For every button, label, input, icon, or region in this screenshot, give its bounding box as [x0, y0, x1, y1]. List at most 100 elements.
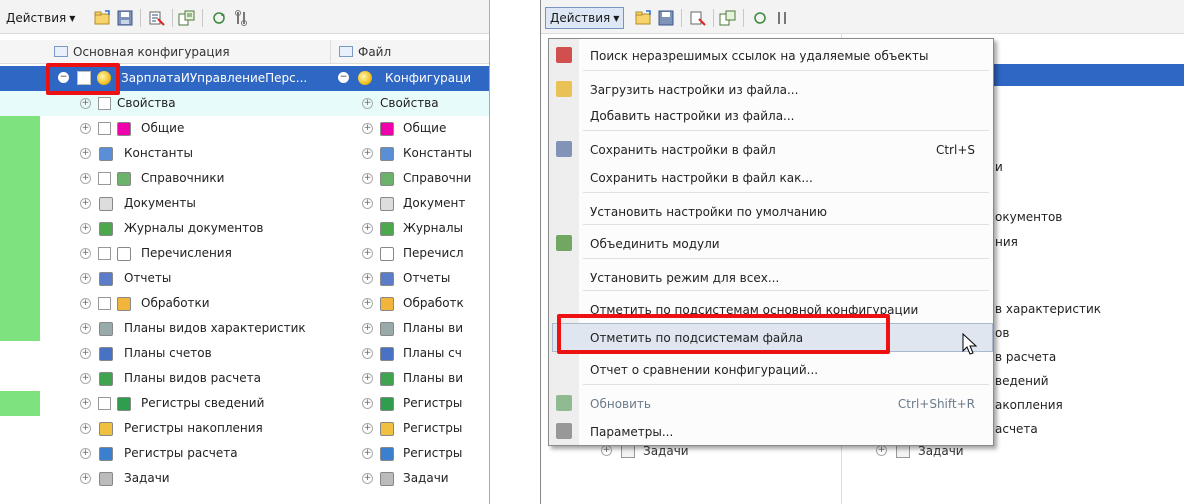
item-checkbox[interactable] — [98, 397, 111, 410]
expand-icon[interactable]: + — [80, 298, 91, 309]
tree-row[interactable]: + Константы + Константы — [0, 141, 489, 166]
collapse-file-icon[interactable]: − — [338, 72, 349, 83]
parameters-icon — [556, 423, 572, 439]
bg-text-fragment: в расчета — [995, 350, 1057, 364]
expand-file-icon[interactable]: + — [362, 423, 373, 434]
actions-menu-button-open[interactable]: Действия ▼ — [545, 7, 625, 29]
expand-icon[interactable]: + — [80, 98, 91, 109]
tree-row[interactable]: + Документы + Документ — [0, 191, 489, 216]
expand-file-icon[interactable]: + — [362, 198, 373, 209]
tree-row[interactable]: + Журналы документов + Журналы — [0, 216, 489, 241]
expand-icon[interactable]: + — [80, 373, 91, 384]
expand-file-icon[interactable]: + — [362, 473, 373, 484]
expand-file-icon[interactable]: + — [362, 273, 373, 284]
save-icon[interactable] — [116, 10, 134, 26]
char-types-icon-file — [380, 322, 394, 336]
expand-icon[interactable]: + — [80, 223, 91, 234]
open-file-icon[interactable] — [94, 10, 112, 26]
actions-menu-button[interactable]: Действия ▼ — [6, 9, 75, 27]
menu-item[interactable]: Обновить Ctrl+Shift+R — [579, 389, 993, 418]
menu-item[interactable]: Отчет о сравнении конфигураций... — [579, 355, 993, 384]
expand-icon[interactable]: + — [80, 398, 91, 409]
tree-row[interactable]: + Обработки + Обработк — [0, 291, 489, 316]
item-checkbox[interactable] — [98, 297, 111, 310]
item-checkbox[interactable] — [98, 97, 111, 110]
menu-item[interactable]: Параметры... — [579, 417, 993, 446]
item-checkbox[interactable] — [98, 122, 111, 135]
mouse-cursor-icon — [962, 333, 978, 355]
accum-registers-icon — [99, 422, 113, 436]
menu-item-label: Объединить модули — [590, 236, 720, 251]
tasks-icon — [99, 472, 113, 486]
tree-row[interactable]: + Регистры накопления + Регистры — [0, 416, 489, 441]
save-icon-2[interactable] — [657, 10, 675, 26]
expand-file-icon[interactable]: + — [362, 98, 373, 109]
tree-row[interactable]: + Отчеты + Отчеты — [0, 266, 489, 291]
find-unresolved-refs-icon[interactable] — [148, 10, 166, 26]
tree-row[interactable]: + Регистры сведений + Регистры — [0, 391, 489, 416]
refresh-icon[interactable] — [210, 10, 228, 26]
item-checkbox[interactable] — [98, 247, 111, 260]
tree-item-label: Обработки — [141, 296, 210, 310]
expand-file-icon[interactable]: + — [362, 123, 373, 134]
main-config-column-header[interactable]: Основная конфигурация — [0, 40, 330, 64]
menu-item[interactable]: Поиск неразрешимых ссылок на удаляемые о… — [579, 41, 993, 70]
refresh-icon-2[interactable] — [751, 10, 769, 26]
tree-row[interactable]: + Регистры расчета + Регистры — [0, 441, 489, 466]
expand-icon[interactable]: + — [80, 173, 91, 184]
menu-item[interactable]: Сохранить настройки в файл как... — [579, 163, 993, 192]
calc-registers-icon-file — [380, 447, 394, 461]
menu-item[interactable]: Добавить настройки из файла... — [579, 101, 993, 130]
expand-icon[interactable]: + — [80, 448, 91, 459]
expand-icon[interactable]: + — [80, 198, 91, 209]
expand-icon[interactable]: + — [80, 248, 91, 259]
tree-row[interactable]: + Задачи + Задачи — [0, 466, 489, 491]
expand-icon[interactable]: + — [80, 123, 91, 134]
tree-row[interactable]: + Общие + Общие — [0, 116, 489, 141]
menu-item[interactable]: Установить режим для всех... — [579, 263, 993, 292]
tree-item-label: Справочники — [141, 171, 225, 185]
file-item-label: Планы ви — [403, 321, 464, 335]
main-config-header-label: Основная конфигурация — [73, 44, 230, 59]
expand-file-icon[interactable]: + — [362, 348, 373, 359]
settings-icon[interactable] — [232, 10, 250, 26]
menu-item[interactable]: Сохранить настройки в файл Ctrl+S — [579, 135, 993, 164]
open-file-icon-2[interactable] — [635, 10, 653, 26]
tree-row[interactable]: + Перечисления + Перечисл — [0, 241, 489, 266]
expand-icon[interactable]: + — [80, 423, 91, 434]
expand-icon[interactable]: + — [80, 273, 91, 284]
expand-icon[interactable]: + — [80, 473, 91, 484]
expand-file-icon[interactable]: + — [362, 373, 373, 384]
menu-item[interactable]: Объединить модули — [579, 229, 993, 258]
find-unresolved-refs-icon-2[interactable] — [689, 10, 707, 26]
tree-row[interactable]: + Планы видов характеристик + Планы ви — [0, 316, 489, 341]
common-icon-file — [380, 122, 394, 136]
config-header-icon — [54, 46, 68, 57]
actions-dropdown-menu: Поиск неразрешимых ссылок на удаляемые о… — [548, 38, 994, 446]
merge-modules-icon[interactable] — [178, 10, 196, 26]
tree-item-label: Планы видов характеристик — [124, 321, 306, 335]
item-checkbox[interactable] — [98, 172, 111, 185]
calc-types-icon — [99, 372, 113, 386]
tree-row[interactable]: + Планы видов расчета + Планы ви — [0, 366, 489, 391]
expand-file-icon[interactable]: + — [362, 448, 373, 459]
expand-file-icon[interactable]: + — [362, 148, 373, 159]
expand-file-icon[interactable]: + — [362, 298, 373, 309]
menu-item[interactable]: Установить настройки по умолчанию — [579, 197, 993, 226]
file-column-header[interactable]: Файл — [330, 40, 489, 64]
expand-file-icon[interactable]: + — [362, 173, 373, 184]
settings-icon-2[interactable] — [773, 10, 791, 26]
expand-icon[interactable]: + — [80, 148, 91, 159]
tree-row[interactable]: + Планы счетов + Планы сч — [0, 341, 489, 366]
tree-row[interactable]: + Справочники + Справочни — [0, 166, 489, 191]
expand-icon[interactable]: + — [80, 348, 91, 359]
expand-file-icon[interactable]: + — [362, 223, 373, 234]
expand-file-icon[interactable]: + — [362, 248, 373, 259]
file-item-label: Перечисл — [403, 246, 464, 260]
expand-file-icon[interactable]: + — [362, 323, 373, 334]
bg-text-fragment: в характеристик — [995, 302, 1101, 316]
menu-item[interactable]: Загрузить настройки из файла... — [579, 75, 993, 104]
merge-modules-icon-2[interactable] — [719, 10, 737, 26]
expand-file-icon[interactable]: + — [362, 398, 373, 409]
expand-icon[interactable]: + — [80, 323, 91, 334]
